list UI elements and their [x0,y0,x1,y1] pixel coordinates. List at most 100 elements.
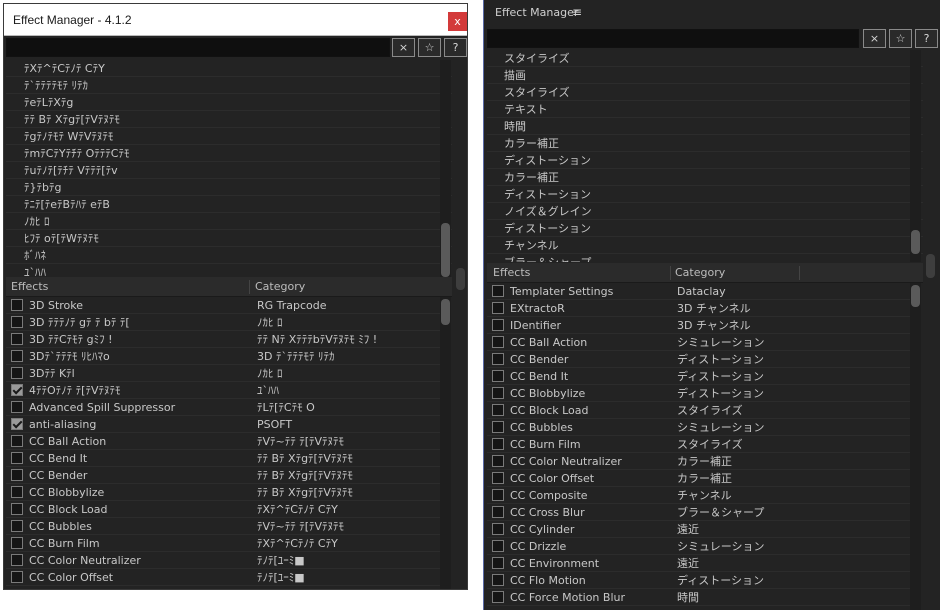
table-row[interactable]: Advanced Spill Suppressor ﾃLﾃ[ﾃCﾃﾓ O [6,399,440,416]
table-row[interactable]: CC Drizzle シミュレーション [487,538,910,555]
table-row[interactable]: CC Bend It ﾃﾃ Bﾃ Xﾃgﾃ[ﾃVﾃﾇﾃﾓ [6,450,440,467]
effect-checkbox[interactable] [11,316,23,328]
effect-checkbox[interactable] [492,370,504,382]
table-row[interactable]: CC Bender ﾃﾃ Bﾃ Xﾃgﾃ[ﾃVﾃﾇﾃﾓ [6,467,440,484]
effect-checkbox[interactable] [11,452,23,464]
effect-checkbox[interactable] [492,336,504,348]
category-list-item[interactable]: ﾃmﾃCﾃYﾃﾁﾃ OﾃﾃﾃCﾃﾓ [6,145,452,162]
table-row[interactable]: CC Bubbles シミュレーション [487,419,910,436]
favorite-star-icon[interactable]: ☆ [418,38,441,57]
category-scroll-thumb[interactable] [911,230,920,254]
category-list-item[interactable]: ﾃﾃ Bﾃ Xﾃgﾃ[ﾃVﾃﾇﾃﾓ [6,111,452,128]
effect-checkbox[interactable] [11,469,23,481]
table-row[interactable]: CC Bubbles ﾃVﾃ~ﾃﾃ ﾃ[ﾃVﾃﾇﾃﾓ [6,518,440,535]
category-list-item[interactable]: ブラー＆シャープ [487,254,923,262]
effect-checkbox[interactable] [492,421,504,433]
effect-checkbox[interactable] [492,285,504,297]
table-row[interactable]: CC Block Load ﾃXﾃ^ﾃCﾃﾉﾃ CﾃY [6,501,440,518]
category-list-item[interactable]: ﾋﾌﾃ oﾃ[ﾃWﾃﾇﾃﾓ [6,230,452,247]
table-row[interactable]: CC Cross Blur ブラー＆シャープ [487,504,910,521]
table-row[interactable]: CC Color Neutralizer ﾃﾉﾃ[ﾕｰﾐ■ [6,552,440,569]
column-divider[interactable] [670,266,671,280]
category-scroll-thumb[interactable] [441,223,450,277]
table-row[interactable]: Templater Settings Dataclay [487,283,910,300]
table-row[interactable]: EXtractoR 3D チャンネル [487,300,910,317]
table-row[interactable]: CC Color Offset カラー補正 [487,470,910,487]
category-list-item[interactable]: ﾎﾞﾊﾈ [6,247,452,264]
category-list-item[interactable]: スタイライズ [487,50,923,67]
table-row[interactable]: CC Block Load スタイライズ [487,402,910,419]
effect-checkbox[interactable] [492,472,504,484]
category-list-item[interactable]: ﾉｶﾋ ﾛ [6,213,452,230]
title-bar[interactable]: Effect Manager - 4.1.2 x [4,4,467,36]
table-row[interactable]: CC Burn Film スタイライズ [487,436,910,453]
category-list-item[interactable]: 描画 [487,67,923,84]
category-list[interactable]: ﾃXﾃ^ﾃCﾃﾉﾃ CﾃY ﾃ`ﾃﾃﾃﾃﾓﾃ ﾘﾃｶ ﾃeﾃLﾃXﾃg ﾃﾃ Bﾃ X… [6,60,452,277]
category-list-item[interactable]: 時間 [487,118,923,135]
clear-search-button[interactable]: × [392,38,415,57]
effect-checkbox[interactable] [11,503,23,515]
effect-checkbox[interactable] [492,455,504,467]
category-list-item[interactable]: ノイズ＆グレイン [487,203,923,220]
effects-scroll-thumb[interactable] [911,285,920,307]
category-list-item[interactable]: ﾃ`ﾃﾃﾃﾃﾓﾃ ﾘﾃｶ [6,77,452,94]
category-scrollbar[interactable] [440,60,451,277]
category-list[interactable]: スタイライズ 描画 スタイライズ テキスト 時間 カラー補正 ディストーション カラー補正 ディ… [487,50,923,262]
effect-checkbox[interactable] [11,435,23,447]
panel-menu-icon[interactable]: ≡ [572,5,582,19]
table-row[interactable]: CC Cylinder 遠近 [487,521,910,538]
category-list-item[interactable]: ﾃuﾃﾉﾃ[ﾃﾁﾃ Vﾃﾃﾃ[ﾃv [6,162,452,179]
table-row[interactable]: CC Blobbylize ﾃﾃ Bﾃ Xﾃgﾃ[ﾃVﾃﾇﾃﾓ [6,484,440,501]
category-list-item[interactable]: テキスト [487,101,923,118]
category-list-item[interactable]: ﾃXﾃ^ﾃCﾃﾉﾃ CﾃY [6,60,452,77]
category-list-item[interactable]: ディストーション [487,186,923,203]
effect-checkbox[interactable] [11,367,23,379]
effect-checkbox[interactable] [492,438,504,450]
effect-checkbox[interactable] [492,302,504,314]
effects-scrollbar[interactable] [440,297,451,589]
table-row[interactable]: CC Color Offset ﾃﾉﾃ[ﾕｰﾐ■ [6,569,440,586]
table-row[interactable]: CC Force Motion Blur 時間 [487,589,910,606]
category-list-item[interactable]: カラー補正 [487,135,923,152]
effect-checkbox[interactable] [11,401,23,413]
favorite-star-icon[interactable]: ☆ [889,29,912,48]
category-scrollbar[interactable] [910,50,921,262]
effect-checkbox[interactable] [11,299,23,311]
column-header-effects[interactable]: Effects [11,277,48,297]
table-row[interactable]: anti-aliasing PSOFT [6,416,440,433]
effect-checkbox[interactable] [11,350,23,362]
table-row[interactable]: 3Dﾃﾃ Kﾃl ﾉｶﾋ ﾛ [6,365,440,382]
effect-checkbox[interactable] [492,506,504,518]
table-row[interactable]: CC Composite チャンネル [487,487,910,504]
effect-checkbox[interactable] [11,384,23,396]
table-row[interactable]: CC Flo Motion ディストーション [487,572,910,589]
category-list-item[interactable]: ﾃ}ﾃbﾃg [6,179,452,196]
effect-checkbox[interactable] [492,557,504,569]
column-divider[interactable] [249,280,250,294]
effect-checkbox[interactable] [492,387,504,399]
category-list-item[interactable]: スタイライズ [487,84,923,101]
panel-splitter-handle[interactable] [926,254,935,278]
table-row[interactable]: 3D Stroke RG Trapcode [6,297,440,314]
effect-checkbox[interactable] [492,523,504,535]
table-row[interactable]: CC Burn Film ﾃXﾃ^ﾃCﾃﾉﾃ CﾃY [6,535,440,552]
effect-checkbox[interactable] [11,571,23,583]
search-input[interactable] [6,38,390,57]
effect-checkbox[interactable] [492,319,504,331]
category-list-item[interactable]: ﾃgﾃﾉﾃﾓﾃ WﾃVﾃﾇﾃﾓ [6,128,452,145]
table-row[interactable]: CC Ball Action シミュレーション [487,334,910,351]
table-row[interactable]: IDentifier 3D チャンネル [487,317,910,334]
table-row[interactable]: 3D ﾃﾃﾃﾉﾃ gﾃ ﾃ bﾃ ﾃ[ﾉｶﾋ ﾛ [6,314,440,331]
table-row[interactable]: CC Blobbylize ディストーション [487,385,910,402]
column-header-effects[interactable]: Effects [493,263,530,283]
help-button[interactable]: ? [444,38,467,57]
category-list-item[interactable]: ディストーション [487,152,923,169]
category-list-item[interactable]: チャンネル [487,237,923,254]
close-button[interactable]: x [448,12,467,31]
effect-checkbox[interactable] [492,540,504,552]
effect-checkbox[interactable] [11,418,23,430]
column-divider[interactable] [799,266,800,280]
table-row[interactable]: CC Environment 遠近 [487,555,910,572]
effect-checkbox[interactable] [11,537,23,549]
effect-checkbox[interactable] [492,353,504,365]
